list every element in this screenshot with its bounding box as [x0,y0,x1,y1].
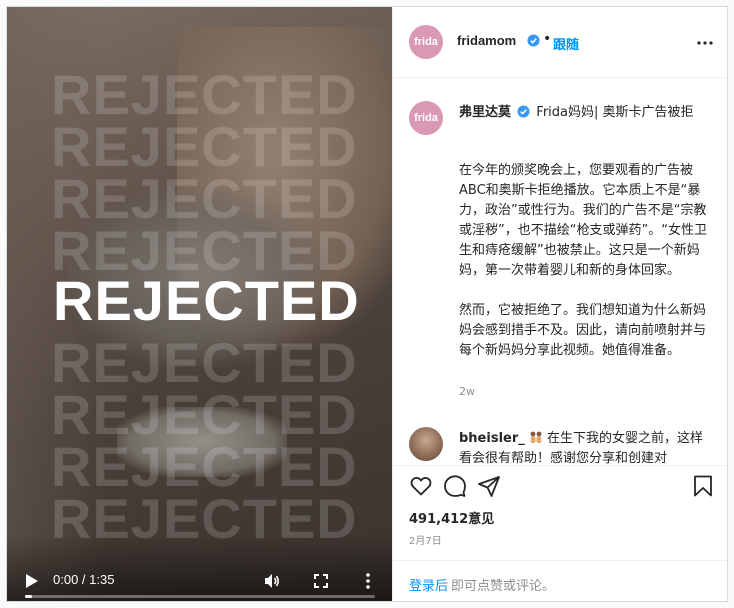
caption-age: 2w [459,385,475,398]
caption-body: 在今年的颁奖晚会上，您要观看的广告被ABC和奥斯卡拒绝播放。它本质上不是“暴力，… [459,163,707,358]
heart-icon [410,477,432,496]
post-details-pane: frida fridamom • 跟随 frida 弗里达莫 Frida妈妈| … [392,7,727,601]
video-progress-bar[interactable] [25,595,375,598]
verified-icon [517,105,530,118]
comment-username[interactable]: bheisler_ [459,431,525,446]
volume-button[interactable] [263,572,281,590]
avatar[interactable]: frida [409,25,443,59]
more-vertical-icon [366,573,370,589]
video-options-button[interactable] [363,572,373,590]
separator-dot: • [543,31,552,47]
post-actions: 491,412意见 2月7日 登录后 即可点赞或评论。 [393,465,727,601]
fullscreen-icon [314,574,328,588]
video-headline: REJECTED [53,269,360,332]
login-link[interactable]: 登录后 [409,575,448,594]
video-time: 0:00 / 1:35 [53,572,115,587]
caption-scroll-area[interactable]: frida 弗里达莫 Frida妈妈| 奥斯卡广告被拒 在今年的颁奖晚会上，您要… [393,79,727,465]
like-button[interactable] [409,474,433,498]
post-header: frida fridamom • 跟随 [393,7,727,78]
follow-button[interactable]: 跟随 [553,34,579,53]
video-progress-fill [25,595,32,598]
verified-icon [527,34,540,47]
post-date[interactable]: 2月7日 [409,532,442,547]
comment-icon [444,475,466,497]
volume-icon [265,574,280,588]
username-link[interactable]: fridamom [457,33,516,48]
bookmark-icon [694,475,712,497]
avatar[interactable] [409,427,443,461]
login-prompt-text: 即可点赞或评论。 [451,579,556,594]
post-options-button[interactable] [695,35,715,49]
video-player[interactable]: REJECTED REJECTED REJECTED REJECTED REJE… [7,7,392,601]
video-controls: 0:00 / 1:35 [7,533,392,601]
login-prompt: 登录后 即可点赞或评论。 [393,560,727,601]
save-button[interactable] [691,474,715,498]
fullscreen-button[interactable] [313,573,329,589]
play-icon [26,574,38,588]
play-button[interactable] [25,573,39,589]
caption-author[interactable]: 弗里达莫 [459,105,511,120]
caption-title: 弗里达莫 Frida妈妈| 奥斯卡广告被拒 [459,103,709,123]
family-emoji-icon [530,431,542,443]
avatar[interactable]: frida [409,101,443,135]
share-button[interactable] [477,474,501,498]
post-modal: REJECTED REJECTED REJECTED REJECTED REJE… [6,6,728,602]
more-horizontal-icon [697,41,713,45]
comment-button[interactable] [443,474,467,498]
comment-item: bheisler_ 在生下我的女婴之前，这样看会很有帮助！感谢您分享和创建对 [393,427,727,465]
view-count[interactable]: 491,412意见 [409,508,494,527]
caption-title-text: Frida妈妈| 奥斯卡广告被拒 [536,105,694,120]
share-icon [478,476,500,497]
comment-text: bheisler_ 在生下我的女婴之前，这样看会很有帮助！感谢您分享和创建对 [459,429,715,465]
